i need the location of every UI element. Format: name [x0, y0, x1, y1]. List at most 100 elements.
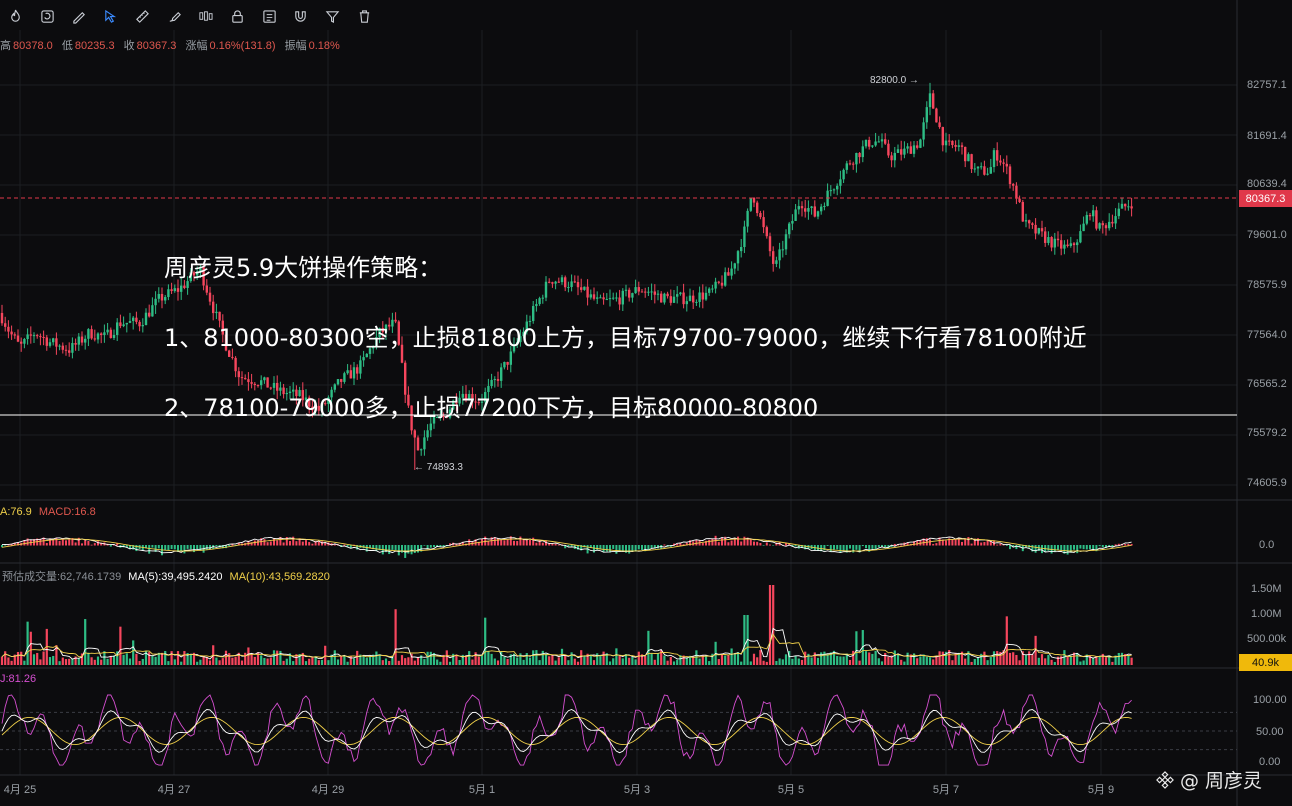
volume-bar	[826, 654, 829, 665]
volume-bar	[125, 653, 128, 665]
candle-body	[928, 93, 932, 108]
volume-bar	[528, 657, 532, 665]
candle-body	[237, 371, 240, 378]
volume-bar	[218, 660, 221, 665]
candle-body	[871, 145, 874, 147]
candle-body	[1050, 237, 1053, 248]
volume-bar	[567, 660, 570, 665]
rotate-icon[interactable]	[32, 0, 64, 32]
candle-body	[781, 249, 784, 251]
candle-body	[141, 325, 144, 327]
candle-body	[231, 356, 234, 358]
macd-bar	[1124, 544, 1127, 546]
volume-bar	[381, 660, 384, 665]
macd-bar	[871, 545, 874, 549]
volume-bar	[772, 585, 775, 665]
volume-bar	[663, 655, 666, 665]
macd-axis-label: 0.0	[1259, 539, 1275, 551]
note-icon[interactable]	[253, 0, 285, 32]
ruler-icon[interactable]	[127, 0, 159, 32]
candle-body	[119, 322, 122, 327]
close-label: 收	[123, 40, 135, 52]
candle-body	[1005, 163, 1008, 167]
volume-bar	[1079, 661, 1082, 665]
volume-bar	[356, 650, 359, 665]
macd-bar	[861, 545, 864, 547]
candle-body	[912, 145, 916, 154]
volume-bar	[608, 661, 612, 665]
candle-body	[135, 317, 138, 322]
pencil-line-icon[interactable]	[63, 0, 95, 32]
volume-bar	[368, 656, 372, 665]
volume-bar	[615, 648, 618, 665]
volume-bar	[1053, 661, 1056, 665]
candle-body	[861, 146, 864, 158]
candle-body	[247, 379, 250, 383]
volume-bar	[336, 659, 340, 665]
filter-icon[interactable]	[317, 0, 349, 32]
candle-body	[634, 287, 637, 294]
candle-body	[1108, 221, 1111, 229]
selection-icon[interactable]	[95, 0, 127, 32]
amplitude-value: 0.18%	[308, 40, 340, 52]
candle-body	[717, 281, 720, 283]
volume-bar	[260, 655, 263, 665]
candle-body	[74, 343, 77, 345]
candle-body	[650, 291, 653, 293]
volume-bar	[269, 657, 272, 665]
candlestick-icon[interactable]	[190, 0, 222, 32]
candle-body	[612, 297, 615, 299]
volume-bar	[778, 658, 781, 665]
lock-icon[interactable]	[222, 0, 254, 32]
volume-bar	[458, 660, 461, 665]
candle-body	[973, 168, 976, 170]
volume-bar	[868, 652, 871, 665]
candle-body	[852, 163, 855, 165]
candle-body	[1114, 216, 1117, 224]
trash-icon[interactable]	[348, 0, 380, 32]
candle-body	[810, 206, 813, 208]
volume-bar	[554, 660, 557, 665]
volume-bar	[365, 657, 368, 665]
macd-bar	[196, 545, 199, 550]
candle-body	[55, 338, 58, 347]
volume-bar	[720, 654, 724, 665]
volume-bar	[695, 650, 698, 665]
candle-body	[1053, 238, 1056, 248]
volume-bar	[224, 650, 228, 665]
macd-bar	[765, 542, 768, 546]
magnet-icon[interactable]	[285, 0, 317, 32]
candle-body	[960, 145, 964, 147]
volume-bar	[247, 647, 250, 665]
volume-bar	[906, 652, 909, 665]
macd-bar	[84, 540, 87, 546]
macd-bar	[519, 536, 522, 546]
candle-body	[544, 281, 548, 298]
candle-body	[84, 338, 87, 343]
volume-bar	[871, 653, 874, 665]
volume-bar	[992, 651, 996, 665]
candle-body	[183, 285, 186, 289]
brush-icon[interactable]	[158, 0, 190, 32]
candle-body	[263, 377, 266, 381]
volume-bar	[560, 648, 564, 665]
candle-body	[756, 202, 759, 214]
volume-bar	[964, 658, 967, 665]
volume-legend: 预估成交量:62,746.1739 MA(5):39,495.2420 MA(1…	[2, 568, 330, 584]
candle-body	[509, 351, 512, 365]
macd-bar	[628, 545, 631, 554]
macd-bar	[58, 540, 61, 546]
candle-body	[240, 377, 244, 379]
volume-bar	[666, 660, 669, 665]
volume-bar	[535, 650, 538, 665]
candle-body	[618, 297, 621, 305]
volume-bar	[480, 655, 484, 665]
macd-bar	[289, 541, 291, 546]
volume-bar	[631, 657, 634, 665]
fire-icon[interactable]	[0, 0, 32, 32]
macd-bar	[343, 544, 346, 546]
volume-bar	[68, 658, 71, 665]
volume-bar	[423, 659, 426, 665]
volume-bar	[816, 657, 820, 665]
x-axis-label: 5月 5	[777, 784, 805, 796]
